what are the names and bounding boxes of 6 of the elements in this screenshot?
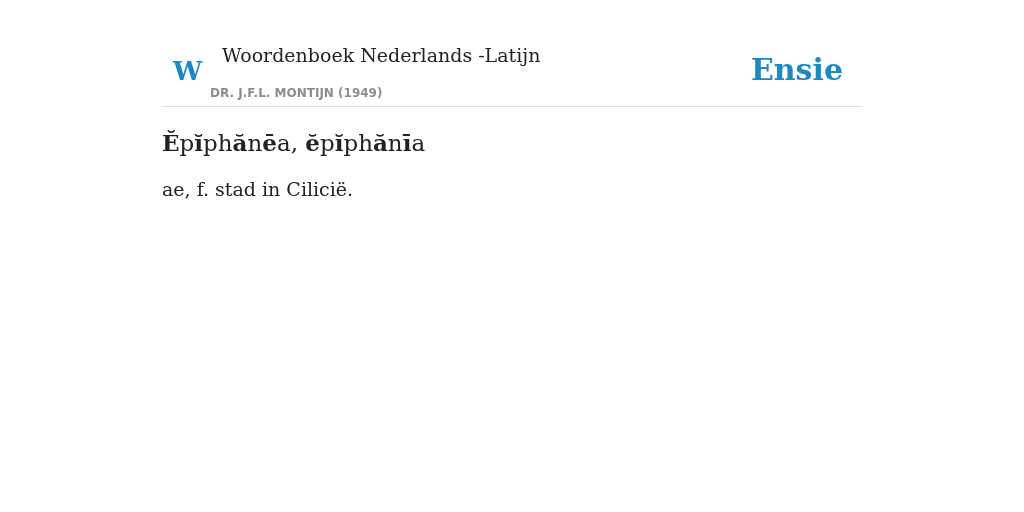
author-label: DR. J.F.L. MONTIJN (1949) — [210, 86, 384, 100]
definition-text: ae, f. stad in Ciliciё. — [162, 178, 355, 200]
dictionary-title: Woordenboek Nederlands -Latijn — [222, 44, 541, 66]
brand-logo[interactable]: Ensie — [750, 52, 843, 87]
headword: Ĕpĭphănēa, ĕpĭphănīa — [162, 129, 427, 156]
dictionary-logo: W — [173, 56, 204, 88]
